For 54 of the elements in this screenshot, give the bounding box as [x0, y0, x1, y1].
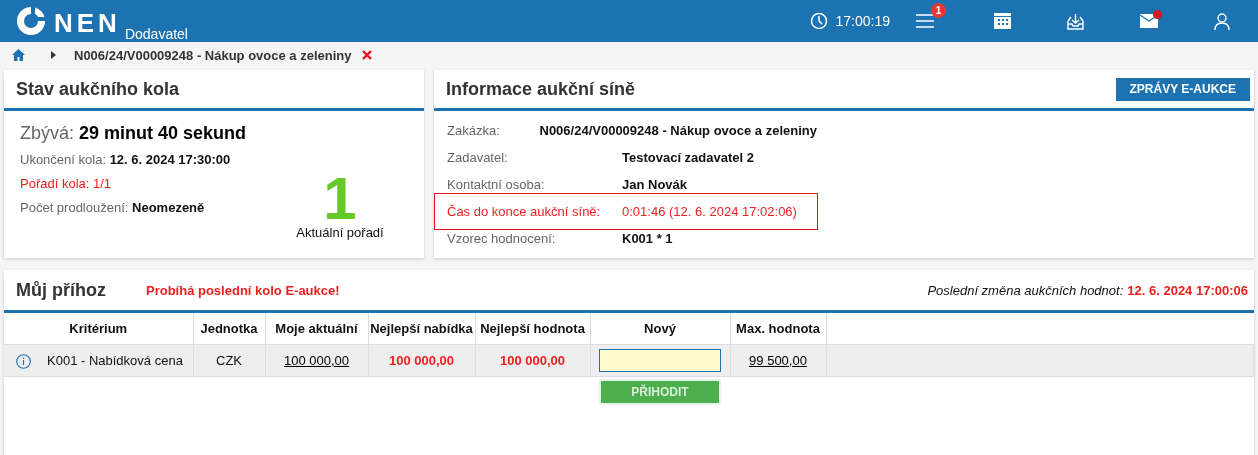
column-header: Moje aktuální [265, 313, 368, 345]
clock-time: 17:00:19 [835, 13, 890, 29]
user-icon[interactable] [1214, 12, 1230, 30]
field-label: Zadavatel: [447, 150, 509, 165]
field-label: Čas do konce aukční síně: [447, 204, 602, 219]
column-header: Max. hodnota [730, 313, 826, 345]
field-label: Ukončení kola: [20, 152, 106, 167]
calendar-icon[interactable] [994, 13, 1011, 29]
messages-button[interactable]: ZPRÁVY E-AUKCE [1115, 77, 1250, 101]
table-cell: 100 000,00 [475, 344, 590, 377]
card-title: Můj příhoz [16, 279, 106, 301]
field-value: 1/1 [93, 176, 112, 191]
column-header: Nejlepší hodnota [475, 313, 590, 345]
column-header: Nový [590, 313, 730, 345]
field-label: Pořadí kola: [20, 176, 90, 191]
criterion-text: K001 - Nabídková cena [47, 353, 183, 369]
field-value: 0:01:46 (12. 6. 2024 17:02:06) [622, 204, 797, 219]
ring-logo-icon [14, 4, 48, 38]
breadcrumb-title[interactable]: N006/24/V00009248 - Nákup ovoce a zeleniny [74, 47, 352, 63]
inbox-download-icon[interactable] [1067, 12, 1084, 30]
table-cell: CZK [193, 344, 265, 377]
field-value: Jan Novák [622, 177, 688, 192]
new-bid-input[interactable] [599, 349, 721, 372]
caret-icon [51, 51, 56, 59]
field-value: K001 * 1 [622, 231, 673, 246]
field-value: Testovací zadavatel 2 [622, 150, 754, 165]
card-title: Informace aukční síně [446, 78, 636, 100]
close-icon[interactable] [361, 50, 372, 60]
column-header: Nejlepší nabídka [368, 313, 475, 345]
notification-badge: 1 [931, 3, 946, 18]
rank-label: Aktuální pořadí [296, 225, 384, 240]
notice-text: Probíhá poslední kolo E-aukce! [146, 282, 340, 298]
card-title: Stav aukčního kola [16, 78, 180, 100]
last-change-value: 12. 6. 2024 17:00:06 [1127, 282, 1248, 298]
home-icon[interactable] [12, 49, 25, 61]
app-subtitle: Dodavatel [124, 26, 188, 42]
column-header: Kritérium [4, 313, 193, 345]
logo-text: NEN [54, 8, 121, 38]
field-label: Kontaktní osoba: [447, 177, 546, 192]
remaining-label: Zbývá: [20, 123, 75, 143]
field-value: N006/24/V00009248 - Nákup ovoce a zeleniny [539, 123, 817, 138]
remaining-value: 29 minut 40 sekund [79, 123, 247, 143]
last-change-label: Poslední změna aukčních hodnot: [927, 282, 1124, 298]
field-value: Neomezeně [132, 200, 205, 215]
field-label: Zakázka: [447, 123, 501, 138]
field-label: Vzorec hodnocení: [447, 231, 557, 246]
rank-number: 1 [323, 173, 357, 225]
field-value: 12. 6. 2024 17:30:00 [109, 152, 231, 167]
menu-button[interactable] [916, 12, 934, 30]
field-label: Počet prodloužení: [20, 200, 129, 215]
info-icon[interactable] [16, 353, 31, 369]
table-cell: 100 000,00 [368, 344, 475, 377]
clock-icon [809, 12, 828, 30]
column-header: Jednotka [193, 313, 265, 345]
